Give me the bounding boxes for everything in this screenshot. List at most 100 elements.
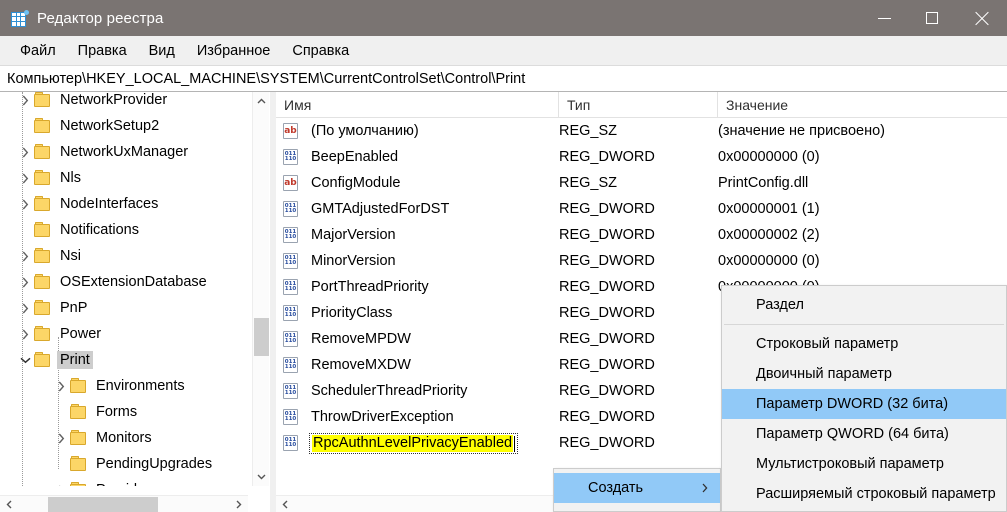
folder-icon <box>70 482 87 486</box>
value-name-cell: MajorVersion <box>311 227 396 243</box>
string-value-icon: ab <box>283 175 298 191</box>
folder-icon <box>34 92 51 107</box>
value-data-cell: 0x00000000 (0) <box>718 253 820 269</box>
value-type-cell: REG_SZ <box>559 175 618 191</box>
tree-node-label: NetworkUxManager <box>60 144 189 160</box>
chevron-right-icon[interactable] <box>16 321 34 347</box>
folder-icon <box>34 144 51 159</box>
folder-icon <box>70 456 87 471</box>
dword-value-icon: 011 110 <box>283 149 298 165</box>
folder-icon <box>70 378 87 393</box>
tree-node[interactable]: Forms <box>0 399 248 425</box>
tree-vertical-scrollbar[interactable] <box>252 92 269 486</box>
address-bar[interactable]: Компьютер\HKEY_LOCAL_MACHINE\SYSTEM\Curr… <box>0 65 1007 92</box>
maximize-button[interactable] <box>908 0 955 36</box>
tree-scroll-thumb[interactable] <box>254 318 269 356</box>
tree-node[interactable]: Environments <box>0 373 248 399</box>
tree-horizontal-scrollbar[interactable] <box>0 495 248 512</box>
tree-node[interactable]: NetworkSetup2 <box>0 113 248 139</box>
chevron-right-icon[interactable] <box>16 269 34 295</box>
context-submenu-item[interactable]: Раздел <box>722 290 1006 320</box>
value-type-cell: REG_DWORD <box>559 279 655 295</box>
tree-node-label: PendingUpgrades <box>96 456 213 472</box>
chevron-right-icon[interactable] <box>52 477 70 486</box>
menu-favorites[interactable]: Избранное <box>186 40 281 62</box>
tree-node[interactable]: OSExtensionDatabase <box>0 269 248 295</box>
chevron-right-icon[interactable] <box>52 425 70 451</box>
value-name-cell: RemoveMXDW <box>311 357 411 373</box>
context-submenu-item[interactable]: Двоичный параметр <box>722 359 1006 389</box>
titlebar[interactable]: Редактор реестра <box>0 0 1007 36</box>
chevron-right-icon[interactable] <box>16 295 34 321</box>
tree-node-label: NetworkProvider <box>60 92 168 108</box>
menu-edit[interactable]: Правка <box>67 40 138 62</box>
tree-node-label: PnP <box>60 300 88 316</box>
chevron-right-icon[interactable] <box>16 139 34 165</box>
tree-node-label: Providers <box>93 481 160 486</box>
column-header-value[interactable]: Значение <box>718 92 1007 118</box>
tree-node[interactable]: NetworkUxManager <box>0 139 248 165</box>
scroll-down-icon[interactable] <box>253 468 269 486</box>
value-data-cell: 0x00000000 (0) <box>718 149 820 165</box>
chevron-right-icon[interactable] <box>16 191 34 217</box>
menu-help[interactable]: Справка <box>281 40 360 62</box>
value-name-cell: RemoveMPDW <box>311 331 411 347</box>
text-caret <box>514 435 516 452</box>
table-row[interactable]: ab ConfigModule REG_SZ PrintConfig.dll <box>276 170 1007 196</box>
table-row[interactable]: 011 110 GMTAdjustedForDST REG_DWORD 0x000000… <box>276 196 1007 222</box>
value-type-cell: REG_DWORD <box>559 253 655 269</box>
scroll-right-icon[interactable] <box>230 496 248 512</box>
tree-node[interactable]: Nls <box>0 165 248 191</box>
tree-node[interactable]: PnP <box>0 295 248 321</box>
tree-hscroll-thumb[interactable] <box>48 497 158 512</box>
tree-node[interactable]: NetworkProvider <box>0 92 248 113</box>
chevron-right-icon[interactable] <box>16 165 34 191</box>
values-column-header: Имя Тип Значение <box>276 92 1007 118</box>
tree-node[interactable]: PendingUpgrades <box>0 451 248 477</box>
table-row[interactable]: ab (По умолчанию) REG_SZ (значение не присв… <box>276 118 1007 144</box>
value-type-cell: REG_DWORD <box>559 149 655 165</box>
context-submenu-new: Раздел Строковый параметр Двоичный парамет… <box>721 285 1007 512</box>
tree-node-label: Nsi <box>60 248 81 264</box>
context-submenu-item[interactable]: Строковый параметр <box>722 329 1006 359</box>
menu-view[interactable]: Вид <box>138 40 186 62</box>
context-menu-item-new[interactable]: Создать <box>554 473 720 503</box>
tree-node[interactable]: Notifications <box>0 217 248 243</box>
registry-tree[interactable]: NetworkProvider NetworkSetup2 NetworkUxMan… <box>0 92 248 486</box>
table-row[interactable]: 011 110 MinorVersion REG_DWORD 0x00000000 (0… <box>276 248 1007 274</box>
value-name-cell: (По умолчанию) <box>311 123 419 139</box>
column-header-type[interactable]: Тип <box>559 92 718 118</box>
table-row[interactable]: 011 110 BeepEnabled REG_DWORD 0x00000000 (0) <box>276 144 1007 170</box>
column-header-name[interactable]: Имя <box>276 92 559 118</box>
context-submenu-item[interactable]: Параметр QWORD (64 бита) <box>722 419 1006 449</box>
window-controls <box>861 0 1007 36</box>
scroll-left-icon[interactable] <box>0 496 18 512</box>
context-submenu-item[interactable]: Мультистроковый параметр <box>722 449 1006 479</box>
folder-icon <box>34 300 51 315</box>
folder-icon <box>34 222 51 237</box>
chevron-right-icon[interactable] <box>52 373 70 399</box>
tree-node[interactable]: Providers <box>0 477 248 486</box>
value-type-cell: REG_SZ <box>559 123 618 139</box>
rename-input[interactable]: RpcAuthnLevelPrivacyEnabled <box>309 433 519 454</box>
folder-icon <box>34 352 51 367</box>
tree-node[interactable]: Power <box>0 321 248 347</box>
chevron-down-icon[interactable] <box>16 347 34 373</box>
context-submenu-item[interactable]: Параметр DWORD (32 бита) <box>722 389 1006 419</box>
scroll-up-icon[interactable] <box>253 92 269 110</box>
chevron-right-icon[interactable] <box>16 92 34 113</box>
folder-icon <box>34 274 51 289</box>
context-submenu-item[interactable]: Расширяемый строковый параметр <box>722 479 1006 509</box>
tree-node[interactable]: NodeInterfaces <box>0 191 248 217</box>
minimize-button[interactable] <box>861 0 908 36</box>
tree-node[interactable]: Monitors <box>0 425 248 451</box>
tree-node[interactable]: Print <box>0 347 248 373</box>
close-button[interactable] <box>955 0 1007 36</box>
chevron-right-icon[interactable] <box>16 243 34 269</box>
table-row[interactable]: 011 110 MajorVersion REG_DWORD 0x00000002 (2… <box>276 222 1007 248</box>
values-scroll-left-icon[interactable] <box>276 496 294 512</box>
tree-node[interactable]: Nsi <box>0 243 248 269</box>
tree-node-spacer <box>16 113 34 139</box>
menu-file[interactable]: Файл <box>9 40 67 62</box>
value-name-cell: SchedulerThreadPriority <box>311 383 468 399</box>
